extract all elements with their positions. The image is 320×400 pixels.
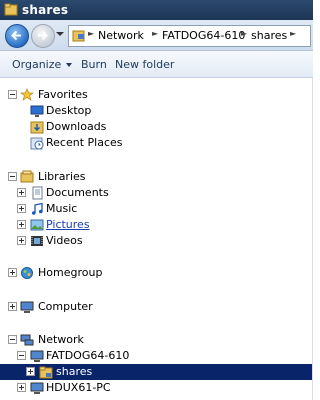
navigation-pane[interactable]: Favorites Desktop Downloads Recent Place… [0,78,313,400]
chevron-down-icon [66,63,73,67]
breadcrumb-network[interactable]: Network [98,29,144,42]
window-title: shares [22,3,69,17]
collapse-icon[interactable] [17,351,26,360]
breadcrumb-separator-icon[interactable]: ► [152,29,158,38]
forward-arrow-icon [38,30,48,41]
folder-icon [4,3,18,16]
expand-icon[interactable] [17,188,26,197]
tree-label-favorites: Favorites [38,88,88,101]
address-box[interactable]: ► Network ► FATDOG64-610 ► shares ► [68,25,311,47]
expand-icon[interactable] [17,383,26,392]
tree-label-downloads: Downloads [46,120,107,133]
tree-label-libraries: Libraries [38,170,86,183]
expand-icon[interactable] [17,204,26,213]
star-icon [20,88,34,101]
breadcrumb-separator-icon[interactable]: ► [88,29,94,38]
pictures-icon [30,219,44,231]
organize-button[interactable]: Organize [12,58,73,71]
expand-icon[interactable] [17,220,26,229]
burn-button[interactable]: Burn [81,58,107,71]
network-folder-icon [72,30,85,42]
organize-label: Organize [12,58,62,71]
tree-item-desktop[interactable]: Desktop [0,103,313,119]
homegroup-icon [21,267,33,279]
computer-icon [30,350,44,362]
new-folder-button[interactable]: New folder [115,58,174,71]
tree-item-music[interactable]: Music [0,201,313,217]
tree-label-shares: shares [56,365,93,378]
tree-label-hdux61-pc: HDUX61-PC [46,381,111,394]
address-bar-area: ► Network ► FATDOG64-610 ► shares ► [0,20,313,51]
command-bar: Organize Burn New folder [0,51,313,78]
tree-label-documents: Documents [46,186,109,199]
tree-item-shares[interactable]: shares [0,364,313,380]
breadcrumb-shares[interactable]: shares [251,29,287,42]
tree-label-homegroup: Homegroup [38,266,103,279]
collapse-icon[interactable] [8,335,17,344]
tree-item-documents[interactable]: Documents [0,185,313,201]
forward-button[interactable] [31,24,55,48]
music-icon [32,202,43,215]
expand-icon[interactable] [26,367,35,376]
recent-pages-dropdown-icon[interactable] [56,32,64,37]
computer-icon [30,382,44,394]
tree-item-favorites[interactable]: Favorites [0,87,313,103]
tree-item-network[interactable]: Network [0,332,313,348]
tree-item-libraries[interactable]: Libraries [0,169,313,185]
tree-item-hdux61-pc[interactable]: HDUX61-PC [0,380,313,396]
back-button[interactable] [5,24,29,48]
tree-label-pictures: Pictures [46,218,90,231]
desktop-icon [30,105,44,117]
pane-divider [312,78,313,400]
tree-label-desktop: Desktop [46,104,92,117]
downloads-icon [30,121,44,134]
breadcrumb-separator-icon[interactable]: ► [290,29,296,38]
computer-icon [20,301,34,313]
tree-item-homegroup[interactable]: Homegroup [0,265,313,281]
tree-item-downloads[interactable]: Downloads [0,119,313,135]
tree-item-computer[interactable]: Computer [0,299,313,315]
shared-folder-icon [39,366,53,379]
title-bar: shares [0,0,313,20]
tree-label-videos: Videos [46,234,83,247]
tree-label-recent-places: Recent Places [46,136,123,149]
tree-label-network: Network [38,333,84,346]
videos-icon [31,236,43,246]
expand-icon[interactable] [17,236,26,245]
network-icon [20,334,34,346]
tree-label-music: Music [46,202,78,215]
expand-icon[interactable] [8,268,17,277]
breadcrumb-separator-icon[interactable]: ► [241,29,247,38]
tree-item-fatdog64-610[interactable]: FATDOG64-610 [0,348,313,364]
tree-item-pictures[interactable]: Pictures [0,217,313,233]
tree-label-computer: Computer [38,300,93,313]
back-arrow-icon [11,30,21,41]
tree-item-recent-places[interactable]: Recent Places [0,135,313,151]
expand-icon[interactable] [8,302,17,311]
collapse-icon[interactable] [8,90,17,99]
tree-label-fatdog64-610: FATDOG64-610 [46,349,130,362]
breadcrumb-fatdog64-610[interactable]: FATDOG64-610 [162,29,245,42]
tree-item-videos[interactable]: Videos [0,233,313,249]
libraries-icon [20,170,34,183]
recent-places-icon [30,137,44,150]
collapse-icon[interactable] [8,172,17,181]
documents-icon [32,186,43,200]
